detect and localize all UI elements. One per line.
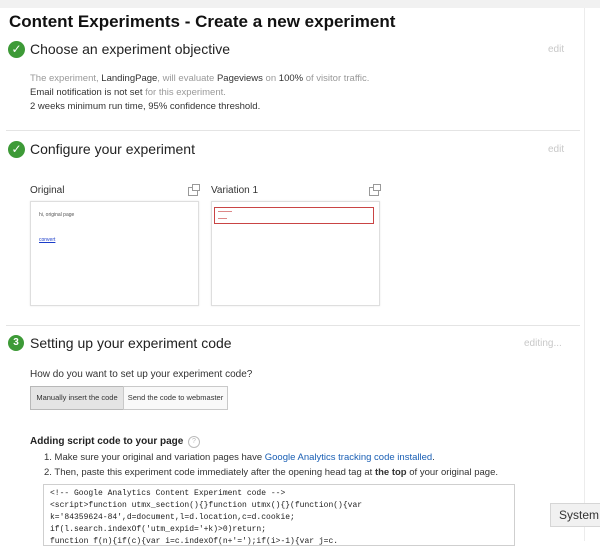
summary-line-2: Email notification is not set for this e… bbox=[30, 87, 226, 98]
step-1-title: Choose an experiment objective bbox=[30, 41, 231, 57]
experiment-code-box[interactable]: <!-- Google Analytics Content Experiment… bbox=[43, 484, 515, 546]
help-icon[interactable]: ? bbox=[188, 436, 200, 448]
checkmark-icon: ✓ bbox=[8, 41, 25, 58]
summary-line-3: 2 weeks minimum run time, 95% confidence… bbox=[30, 101, 261, 112]
instruction-step-2: 2. Then, paste this experiment code imme… bbox=[44, 467, 498, 478]
step-1-edit-link[interactable]: edit bbox=[548, 44, 564, 55]
setup-question: How do you want to set up your experimen… bbox=[30, 369, 253, 380]
variation-label: Variation 1 bbox=[211, 185, 259, 196]
objective-summary: The experiment, LandingPage, will evalua… bbox=[30, 72, 369, 114]
objective-metric: Pageviews bbox=[216, 73, 263, 84]
tracking-code-link[interactable]: Google Analytics tracking code installed bbox=[265, 452, 432, 463]
step-number-badge: 3 bbox=[8, 335, 24, 351]
manual-insert-button[interactable]: Manually insert the code bbox=[30, 386, 124, 410]
code-line: <script>function utmx_section(){}functio… bbox=[50, 501, 363, 510]
original-preview[interactable]: hi, original page convert bbox=[30, 201, 199, 306]
step-2-edit-link[interactable]: edit bbox=[548, 144, 564, 155]
divider bbox=[6, 325, 580, 326]
original-preview-text: hi, original page bbox=[39, 212, 75, 218]
instruction-step-1: 1. Make sure your original and variation… bbox=[44, 452, 435, 463]
original-preview-link: convert bbox=[39, 237, 56, 243]
variation-text-line bbox=[218, 211, 232, 212]
variation-preview[interactable] bbox=[211, 201, 380, 306]
step-3-status: editing... bbox=[524, 338, 562, 349]
divider bbox=[6, 130, 580, 131]
script-section-heading: Adding script code to your page bbox=[30, 436, 184, 447]
right-scroll-rail bbox=[584, 8, 585, 541]
page-title: Content Experiments - Create a new exper… bbox=[9, 12, 396, 31]
experiment-page: Content Experiments - Create a new exper… bbox=[0, 0, 584, 546]
step-3-title: Setting up your experiment code bbox=[30, 335, 232, 351]
code-line: k='84359624-84',d=document,l=d.location,… bbox=[50, 513, 295, 522]
code-line: function f(n){if(c){var i=c.indexOf(n+'=… bbox=[50, 537, 339, 546]
popout-icon[interactable] bbox=[188, 184, 200, 196]
send-to-webmaster-button[interactable]: Send the code to webmaster bbox=[123, 386, 228, 410]
code-line: if(l.search.indexOf('utm_expid='+k)>0)re… bbox=[50, 525, 267, 534]
step-2-title: Configure your experiment bbox=[30, 141, 195, 157]
traffic-percent: 100% bbox=[278, 73, 304, 84]
summary-line-1: The experiment, LandingPage, will evalua… bbox=[30, 73, 370, 84]
experiment-name: LandingPage bbox=[101, 73, 158, 84]
system-tab[interactable]: System bbox=[550, 503, 600, 527]
variation-highlight-box bbox=[214, 207, 374, 224]
original-label: Original bbox=[30, 185, 65, 196]
variation-text-line bbox=[218, 218, 227, 219]
code-line: <!-- Google Analytics Content Experiment… bbox=[50, 489, 286, 498]
popout-icon[interactable] bbox=[369, 184, 381, 196]
checkmark-icon: ✓ bbox=[8, 141, 25, 158]
